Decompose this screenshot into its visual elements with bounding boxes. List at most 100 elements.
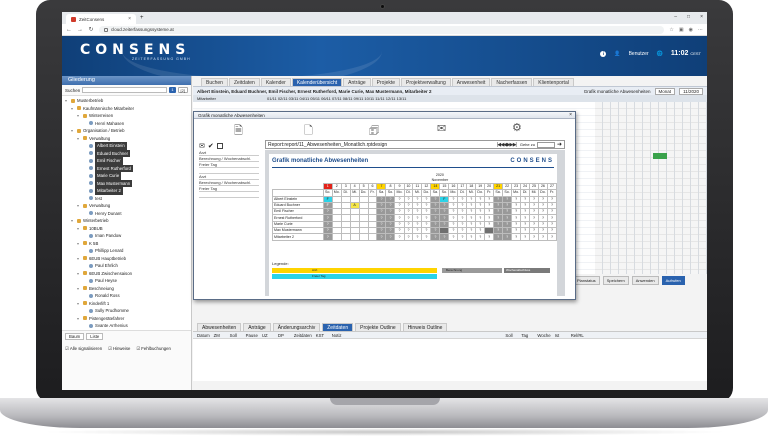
tree-item[interactable]: ▾ Kinderlift 1 (65, 300, 188, 308)
module-tab[interactable]: Projektverwaltung (401, 78, 451, 86)
bottom-tab[interactable]: Hinweis Outline (402, 323, 448, 331)
tree-item[interactable]: Paul Heyse (65, 277, 188, 285)
expand-icon[interactable]: ▾ (71, 105, 75, 113)
globe-icon[interactable]: 🌐 (657, 51, 663, 57)
word-icon[interactable]: 🗋 (304, 122, 313, 141)
tree-item[interactable]: ▾ Musterbetrieb (65, 97, 188, 105)
expand-icon[interactable]: ▾ (71, 127, 75, 135)
window-close-icon[interactable]: × (700, 14, 703, 20)
tree-item[interactable]: ▾ Beschneiung (65, 285, 188, 293)
user-name[interactable]: Benutzer (629, 51, 649, 57)
maximize-icon[interactable]: □ (687, 14, 690, 20)
column-header[interactable]: UZ (258, 332, 274, 338)
expand-icon[interactable]: ▾ (77, 300, 81, 308)
column-header[interactable]: Zeitdaten (290, 332, 312, 338)
profile-icon[interactable]: ◉ (689, 27, 693, 33)
close-icon[interactable]: × (128, 16, 131, 22)
bottom-tab[interactable]: Änderungsarchiv (272, 323, 321, 331)
column-header[interactable]: Tag (517, 332, 533, 338)
reload-icon[interactable]: ↻ (88, 26, 94, 33)
column-header[interactable]: Soll (226, 332, 242, 338)
collections-icon[interactable]: ▣ (679, 27, 684, 33)
bottom-tab[interactable]: Zeitdaten (322, 323, 354, 331)
tree-item[interactable]: Mitarbeiter 2 (65, 187, 188, 195)
star-icon[interactable]: ☆ (669, 27, 673, 33)
tree-item[interactable]: Emil Fischer (65, 157, 188, 165)
tab-baum[interactable]: Baum (65, 333, 85, 340)
new-tab-icon[interactable]: + (140, 15, 144, 21)
expand-icon[interactable]: ▾ (77, 315, 81, 323)
tree-item[interactable]: ▾ Organisation / Betrieb (65, 127, 188, 135)
tree-item[interactable]: Max Mustermann (65, 179, 188, 187)
module-tab[interactable]: Kalender (260, 78, 291, 86)
column-header[interactable]: ZM (210, 332, 226, 338)
module-tab[interactable]: Kalenderübersicht (291, 78, 343, 86)
dialog-close-icon[interactable]: × (569, 112, 572, 119)
tree-item[interactable]: Eduard Buchner (65, 149, 188, 157)
tree-item[interactable]: Albert Einstein (65, 142, 188, 150)
expand-icon[interactable]: ▾ (65, 97, 69, 105)
pdf-icon[interactable]: 🗎 (234, 122, 243, 141)
column-header[interactable]: Notiz (328, 332, 344, 338)
module-tab[interactable]: Klientenportal (533, 78, 574, 86)
bottom-tab[interactable]: Abwesenheiten (197, 323, 242, 331)
excel-icon[interactable]: 🗊 (369, 122, 379, 141)
tree-item[interactable]: Ernest Rutherford (65, 164, 188, 172)
info-icon[interactable]: i (600, 50, 607, 57)
tree-item[interactable]: Phillipp Lenard (65, 247, 188, 255)
expand-icon[interactable]: ▾ (77, 135, 81, 143)
column-header[interactable]: DP (274, 332, 290, 338)
tree-item[interactable]: test (65, 195, 188, 203)
expand-icon[interactable]: ▾ (77, 240, 81, 248)
browser-tab[interactable]: ZeitConsens × (66, 14, 136, 24)
column-header[interactable]: Rel/RL (567, 332, 584, 338)
green-cell[interactable] (653, 153, 667, 159)
tree-item[interactable]: Marie Curie (65, 172, 188, 180)
expand-icon[interactable]: ▾ (77, 225, 81, 233)
minimize-icon[interactable]: – (674, 14, 677, 20)
date-field[interactable]: 11/2020 (679, 87, 703, 95)
expand-icon[interactable]: ▾ (77, 285, 81, 293)
email-icon[interactable]: ✉ (437, 122, 446, 135)
checkbox[interactable] (216, 142, 223, 149)
tree-item[interactable]: ▾ 10BUB (65, 225, 188, 233)
module-tab[interactable]: Buchen (201, 78, 228, 86)
mail-icon[interactable]: ✉ (199, 142, 205, 150)
column-header[interactable]: Soll (501, 332, 517, 338)
column-header[interactable]: KST (312, 332, 328, 338)
page-nav[interactable]: |◀ ◀◀ ▶▶ ▶| (497, 141, 520, 149)
more-icon[interactable]: ⋯ (698, 27, 703, 33)
check-alle[interactable]: Alle signalisieren (65, 346, 102, 352)
check-fehlbuchungen[interactable]: Fehlbuchungen (136, 346, 171, 352)
tree-item[interactable]: ▾ 6EUB Zwischensaison (65, 270, 188, 278)
tree-item[interactable]: ▾ Verwaltung (65, 202, 188, 210)
module-tab[interactable]: Anträge (343, 78, 371, 86)
count-button[interactable]: [2] (177, 87, 188, 93)
check-hinweise[interactable]: Hinweise (108, 346, 130, 352)
tree-item[interactable]: Svante Arrhenius (65, 322, 188, 330)
column-header[interactable]: Pause (242, 332, 258, 338)
tree-item[interactable]: Ronald Ross (65, 292, 188, 300)
tree-item[interactable]: Henri Mahasen (65, 120, 188, 128)
goto-arrow-icon[interactable]: ➜ (557, 141, 564, 149)
anwenden-button[interactable]: Anwenden (631, 276, 659, 285)
tree-item[interactable]: Paul Ehrlich (65, 262, 188, 270)
module-tab[interactable]: Anwesenheit (451, 78, 491, 86)
option-row[interactable] (199, 192, 259, 198)
forward-icon[interactable]: → (77, 27, 83, 33)
grafik-button[interactable]: Grafik monatliche Abwesenheiten (584, 89, 651, 94)
module-tab[interactable]: Zeitdaten (228, 78, 260, 86)
bottom-tab[interactable]: Projekte Outline (355, 323, 401, 331)
tree-item[interactable]: Henry Dunant (65, 210, 188, 218)
expand-icon[interactable]: ▾ (71, 217, 75, 225)
tree-item[interactable]: ▾ K 5B (65, 240, 188, 248)
column-header[interactable]: Ist (551, 332, 567, 338)
column-header[interactable]: Woche (533, 332, 550, 338)
expand-icon[interactable]: ▾ (77, 270, 81, 278)
settings-icon[interactable]: ⚙ (512, 121, 522, 134)
tree-item[interactable]: Iman Pandow (65, 232, 188, 240)
expand-icon[interactable]: ▾ (77, 255, 81, 263)
search-input[interactable] (82, 87, 168, 93)
expand-icon[interactable]: ▾ (77, 112, 81, 120)
tree-item[interactable]: Sully Prudhomme (65, 307, 188, 315)
